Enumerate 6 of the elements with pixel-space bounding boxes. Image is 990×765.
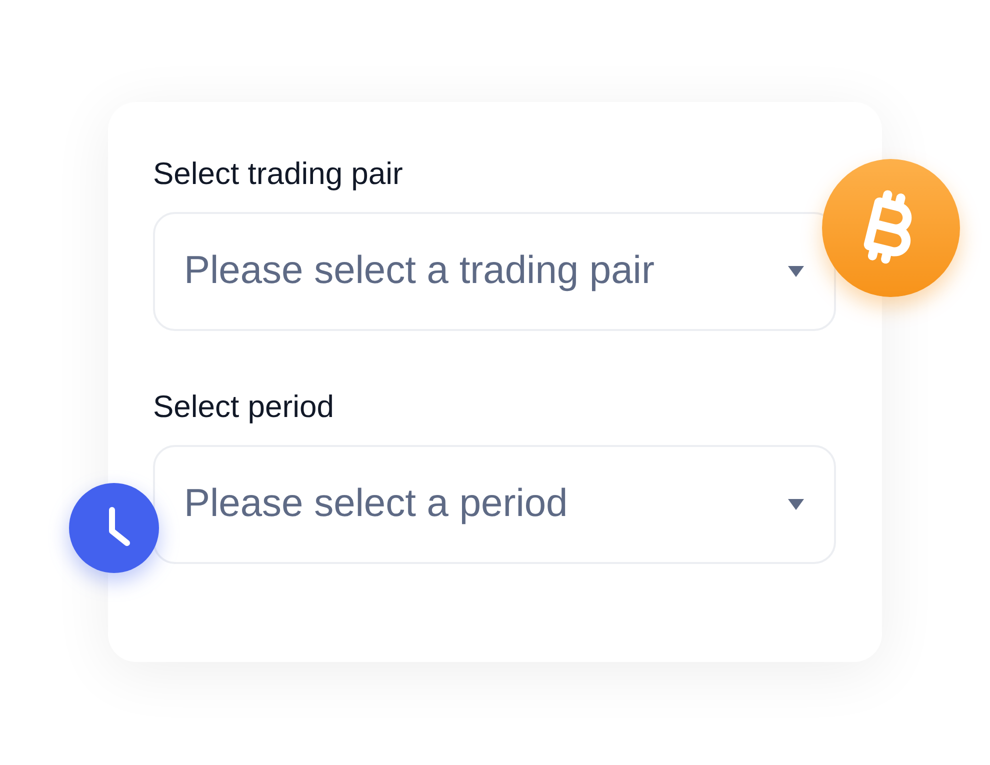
caret-icon: [788, 499, 804, 510]
dropdown-select[interactable]: Please select a period: [153, 445, 836, 564]
field-label: Select trading pair: [153, 155, 404, 193]
field-label: Select period: [153, 388, 335, 426]
caret-icon: [788, 266, 804, 277]
dropdown-select[interactable]: Please select a trading pair: [153, 212, 836, 331]
